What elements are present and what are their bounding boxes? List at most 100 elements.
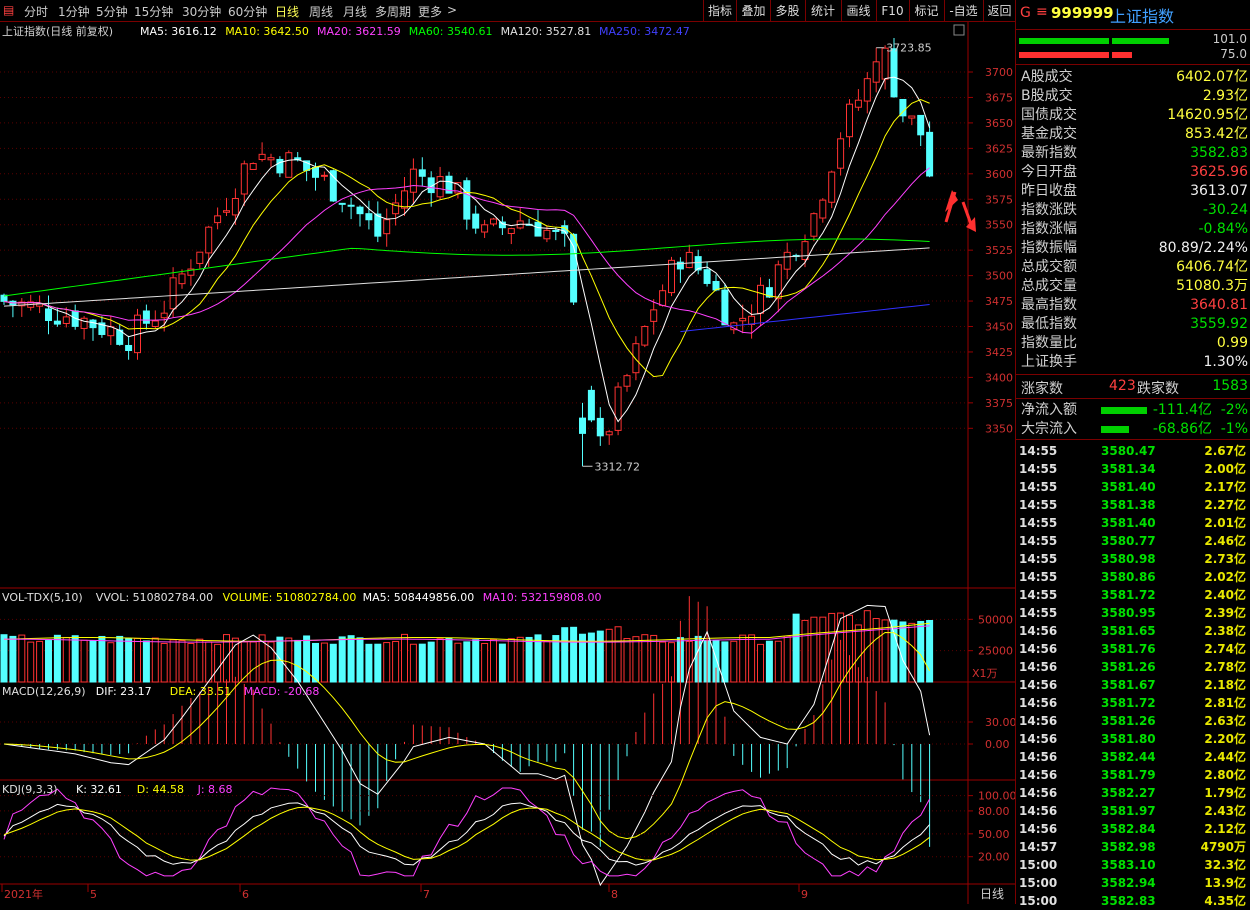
volume-bar bbox=[570, 626, 578, 683]
tick-row: 15:00 3582.94 13.9亿 bbox=[1019, 874, 1249, 892]
tool-0[interactable]: 指标 bbox=[703, 0, 736, 22]
period-toolbar: ▤ 分时 1分钟 5分钟 15分钟 30分钟 60分钟 日线 周线 月线 多周期 更多 > 指标 叠加 多股… bbox=[0, 0, 1015, 22]
candle bbox=[285, 152, 293, 178]
tool-5[interactable]: F10 bbox=[876, 0, 908, 22]
volume-bar bbox=[481, 642, 489, 683]
candle bbox=[45, 308, 52, 321]
volume-bar bbox=[53, 634, 61, 683]
period-indicator: 日线 bbox=[980, 887, 1004, 901]
tick-time: 15:00 bbox=[1019, 894, 1058, 908]
candle bbox=[890, 48, 898, 98]
tick-row: 14:55 3581.40 2.01亿 bbox=[1019, 514, 1249, 532]
tool-4[interactable]: 画线 bbox=[841, 0, 875, 22]
candle bbox=[685, 251, 693, 269]
candle bbox=[267, 157, 275, 161]
chart-title: 上证指数(日线 前复权) bbox=[2, 24, 113, 38]
tick-amount: 2.73亿 bbox=[1204, 552, 1246, 566]
candle bbox=[205, 226, 213, 254]
menu-icon[interactable]: ≡ bbox=[1036, 4, 1048, 20]
main-y-tick: 3600 bbox=[985, 168, 1013, 181]
candle bbox=[356, 206, 364, 215]
volume-bar bbox=[151, 637, 159, 683]
main-y-tick: 3575 bbox=[985, 193, 1013, 206]
tick-time: 14:55 bbox=[1019, 462, 1058, 476]
tick-time: 15:00 bbox=[1019, 876, 1058, 890]
x-axis-label: 7 bbox=[423, 888, 430, 901]
more-arrow-icon[interactable]: > bbox=[447, 3, 457, 17]
tool-8[interactable]: 返回 bbox=[983, 0, 1015, 22]
quote-row: B股成交 2.93亿 bbox=[1021, 87, 1250, 106]
kline-chart[interactable]: 3700 3675 3650 3625 3600 3575 3550 3525 3500 3475… bbox=[0, 22, 1015, 904]
period-4[interactable]: 30分钟 bbox=[182, 3, 221, 20]
candle bbox=[641, 326, 649, 346]
tick-amount: 4.35亿 bbox=[1204, 894, 1246, 908]
period-5[interactable]: 60分钟 bbox=[228, 3, 267, 20]
period-10[interactable]: 更多 bbox=[418, 3, 442, 20]
quote-value: 3559.92 bbox=[1190, 316, 1248, 332]
volume-bar bbox=[374, 643, 382, 683]
tick-amount: 2.81亿 bbox=[1204, 696, 1246, 710]
candle bbox=[125, 344, 133, 351]
ma-legend: MA5: 3616.12 bbox=[140, 25, 217, 38]
quote-row: 国债成交 14620.95亿 bbox=[1021, 106, 1250, 125]
volume-bar bbox=[356, 637, 364, 683]
tick-time: 14:56 bbox=[1019, 642, 1058, 656]
tool-3[interactable]: 统计 bbox=[805, 0, 840, 22]
period-1[interactable]: 1分钟 bbox=[58, 3, 90, 20]
quote-label: 总成交额 bbox=[1021, 259, 1077, 275]
volume-bar bbox=[312, 642, 319, 683]
ma10-line bbox=[3, 98, 930, 378]
tool-7[interactable]: -自选 bbox=[944, 0, 982, 22]
period-6[interactable]: 日线 bbox=[275, 3, 299, 20]
candle bbox=[872, 61, 880, 83]
volume-bar bbox=[436, 638, 444, 683]
candle bbox=[819, 199, 827, 219]
tick-price: 3581.65 bbox=[1101, 624, 1156, 638]
volume-bar bbox=[917, 620, 925, 683]
flow-row: 净流入额 -111.4亿 -2% bbox=[1021, 401, 1250, 420]
stock-code: 999999 bbox=[1051, 4, 1114, 22]
main-y-tick: 3350 bbox=[985, 422, 1013, 435]
period-3[interactable]: 15分钟 bbox=[134, 3, 173, 20]
tick-amount: 2.67亿 bbox=[1204, 444, 1246, 458]
tick-price: 3582.94 bbox=[1101, 876, 1156, 890]
tick-amount: 2.43亿 bbox=[1204, 804, 1246, 818]
volume-bar bbox=[160, 642, 168, 683]
period-7[interactable]: 周线 bbox=[309, 3, 333, 20]
group-icon[interactable]: G bbox=[1020, 5, 1031, 21]
tool-1[interactable]: 叠加 bbox=[736, 0, 770, 22]
tick-price: 3581.34 bbox=[1101, 462, 1156, 476]
tick-amount: 2.17亿 bbox=[1204, 480, 1246, 494]
quote-row: 指数涨幅 -0.84% bbox=[1021, 220, 1250, 239]
volume-bar bbox=[9, 635, 17, 683]
vol-y-tick: 50000 bbox=[978, 613, 1013, 626]
quote-row: 总成交量 51080.3万 bbox=[1021, 277, 1250, 296]
volume-bar bbox=[525, 636, 533, 683]
volume-bar bbox=[587, 632, 595, 683]
menu-icon[interactable]: ▤ bbox=[3, 3, 14, 17]
volume-bar bbox=[169, 639, 177, 683]
volume-bar bbox=[783, 635, 791, 683]
tool-6[interactable]: 标记 bbox=[909, 0, 943, 22]
period-8[interactable]: 月线 bbox=[343, 3, 367, 20]
volume-bar bbox=[801, 619, 809, 683]
quote-label: 指数涨幅 bbox=[1021, 221, 1077, 237]
tick-row: 14:57 3582.98 4790万 bbox=[1019, 838, 1249, 856]
tick-amount: 2.12亿 bbox=[1204, 822, 1246, 836]
tick-price: 3582.98 bbox=[1101, 840, 1156, 854]
quote-label: 最低指数 bbox=[1021, 316, 1077, 332]
period-0[interactable]: 分时 bbox=[24, 3, 48, 20]
tick-time: 14:56 bbox=[1019, 786, 1058, 800]
volume-bar bbox=[516, 636, 524, 683]
kdj-y-tick: 80.00 bbox=[978, 805, 1010, 818]
candle bbox=[739, 317, 747, 322]
volume-bar bbox=[792, 613, 800, 683]
volume-bar bbox=[401, 633, 408, 683]
tick-price: 3582.27 bbox=[1101, 786, 1156, 800]
period-9[interactable]: 多周期 bbox=[375, 3, 411, 20]
period-2[interactable]: 5分钟 bbox=[96, 3, 128, 20]
candle bbox=[418, 169, 426, 177]
tool-2[interactable]: 多股 bbox=[770, 0, 804, 22]
quote-label: A股成交 bbox=[1021, 69, 1073, 85]
tick-time: 14:55 bbox=[1019, 534, 1058, 548]
